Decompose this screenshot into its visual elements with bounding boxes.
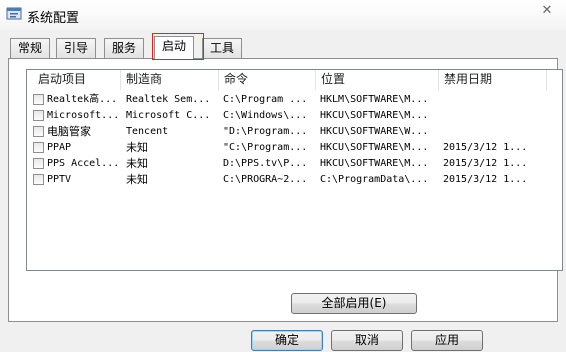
row-command: C:\PROGRA~2...	[223, 174, 308, 185]
list-row[interactable]: 电脑管家 Tencent "D:\Program... HKCU\SOFTWAR…	[27, 124, 562, 140]
list-row[interactable]: PPAP 未知 "C:\Program... HKCU\SOFTWARE\M..…	[27, 140, 562, 156]
title-bar: 系统配置 ✕	[0, 0, 566, 30]
tab-general[interactable]: 常规	[10, 38, 51, 58]
col-disabled-date[interactable]: 禁用日期	[439, 70, 547, 90]
list-row[interactable]: Microsoft... Microsoft C... C:\Windows\.…	[27, 108, 562, 124]
col-startup-item[interactable]: 启动项目	[27, 70, 121, 90]
list-row[interactable]: PPS Accel... 未知 D:\PPS.tv\P... HKCU\SOFT…	[27, 156, 562, 172]
tab-boot[interactable]: 引导	[56, 38, 97, 58]
row-location: HKCU\SOFTWARE\M...	[320, 110, 429, 121]
close-button[interactable]: ✕	[528, 0, 566, 20]
row-command: C:\Windows\...	[223, 110, 308, 121]
row-checkbox[interactable]	[33, 174, 44, 185]
row-location: HKCU\SOFTWARE\M...	[320, 142, 429, 153]
row-manufacturer: 未知	[126, 173, 148, 186]
col-spacer	[547, 70, 562, 90]
row-date: 2015/3/12 1...	[443, 142, 528, 153]
col-command[interactable]: 命令	[219, 70, 316, 90]
row-item: PPS Accel...	[47, 158, 119, 169]
list-row[interactable]: PPTV 未知 C:\PROGRA~2... C:\ProgramData\..…	[27, 172, 562, 188]
cancel-button[interactable]: 取消	[331, 330, 403, 351]
row-item: PPTV	[47, 174, 72, 185]
row-item: Realtek高...	[47, 94, 118, 105]
row-command: "C:\Program...	[223, 142, 308, 153]
row-item: PPAP	[47, 142, 72, 153]
row-date: 2015/3/12 1...	[443, 158, 528, 169]
row-checkbox[interactable]	[33, 142, 44, 153]
row-date	[443, 124, 547, 140]
row-item: Microsoft...	[47, 110, 119, 121]
row-item: 电脑管家	[47, 125, 91, 138]
row-command: D:\PPS.tv\P...	[223, 158, 308, 169]
row-manufacturer: Tencent	[126, 126, 169, 137]
tab-tools[interactable]: 工具	[202, 38, 243, 58]
list-row[interactable]: Realtek高... Realtek Sem... C:\Program ..…	[27, 92, 562, 108]
close-icon: ✕	[541, 2, 553, 18]
startup-list: 启动项目 制造商 命令 位置 禁用日期 Realtek高... Realtek …	[26, 69, 563, 271]
row-date	[443, 108, 547, 124]
row-location: HKCU\SOFTWARE\M...	[320, 158, 429, 169]
startup-panel: 启动项目 制造商 命令 位置 禁用日期 Realtek高... Realtek …	[8, 58, 563, 322]
row-date: 2015/3/12 1...	[443, 174, 528, 185]
tab-highlight-frame	[152, 33, 204, 60]
apply-button[interactable]: 应用	[411, 330, 483, 351]
row-command: "D:\Program...	[223, 126, 308, 137]
window-title: 系统配置	[27, 11, 80, 26]
row-checkbox[interactable]	[33, 158, 44, 169]
row-location: HKLM\SOFTWARE\M...	[320, 94, 429, 105]
row-manufacturer: Realtek Sem...	[126, 94, 211, 105]
row-manufacturer: Microsoft C...	[126, 110, 211, 121]
tab-bar: 常规 引导 服务 启动 工具	[8, 36, 558, 60]
row-manufacturer: 未知	[126, 141, 148, 154]
row-checkbox[interactable]	[33, 94, 44, 105]
tab-services[interactable]: 服务	[104, 38, 145, 58]
list-header: 启动项目 制造商 命令 位置 禁用日期	[27, 70, 562, 90]
row-location: HKCU\SOFTWARE\W...	[320, 126, 429, 137]
ok-button[interactable]: 确定	[251, 330, 323, 351]
row-checkbox[interactable]	[33, 126, 44, 137]
row-location: C:\ProgramData\...	[320, 174, 429, 185]
system-config-window: 系统配置 ✕ 常规 引导 服务 启动 工具 启动项目 制造商 命令 位置 禁用日…	[0, 0, 566, 352]
col-manufacturer[interactable]: 制造商	[121, 70, 219, 90]
row-command: C:\Program ...	[223, 94, 308, 105]
settings-window-icon	[6, 7, 22, 20]
row-manufacturer: 未知	[126, 157, 148, 170]
row-checkbox[interactable]	[33, 110, 44, 121]
enable-all-button[interactable]: 全部启用(E)	[291, 293, 417, 314]
col-location[interactable]: 位置	[316, 70, 439, 90]
row-date	[443, 92, 547, 108]
